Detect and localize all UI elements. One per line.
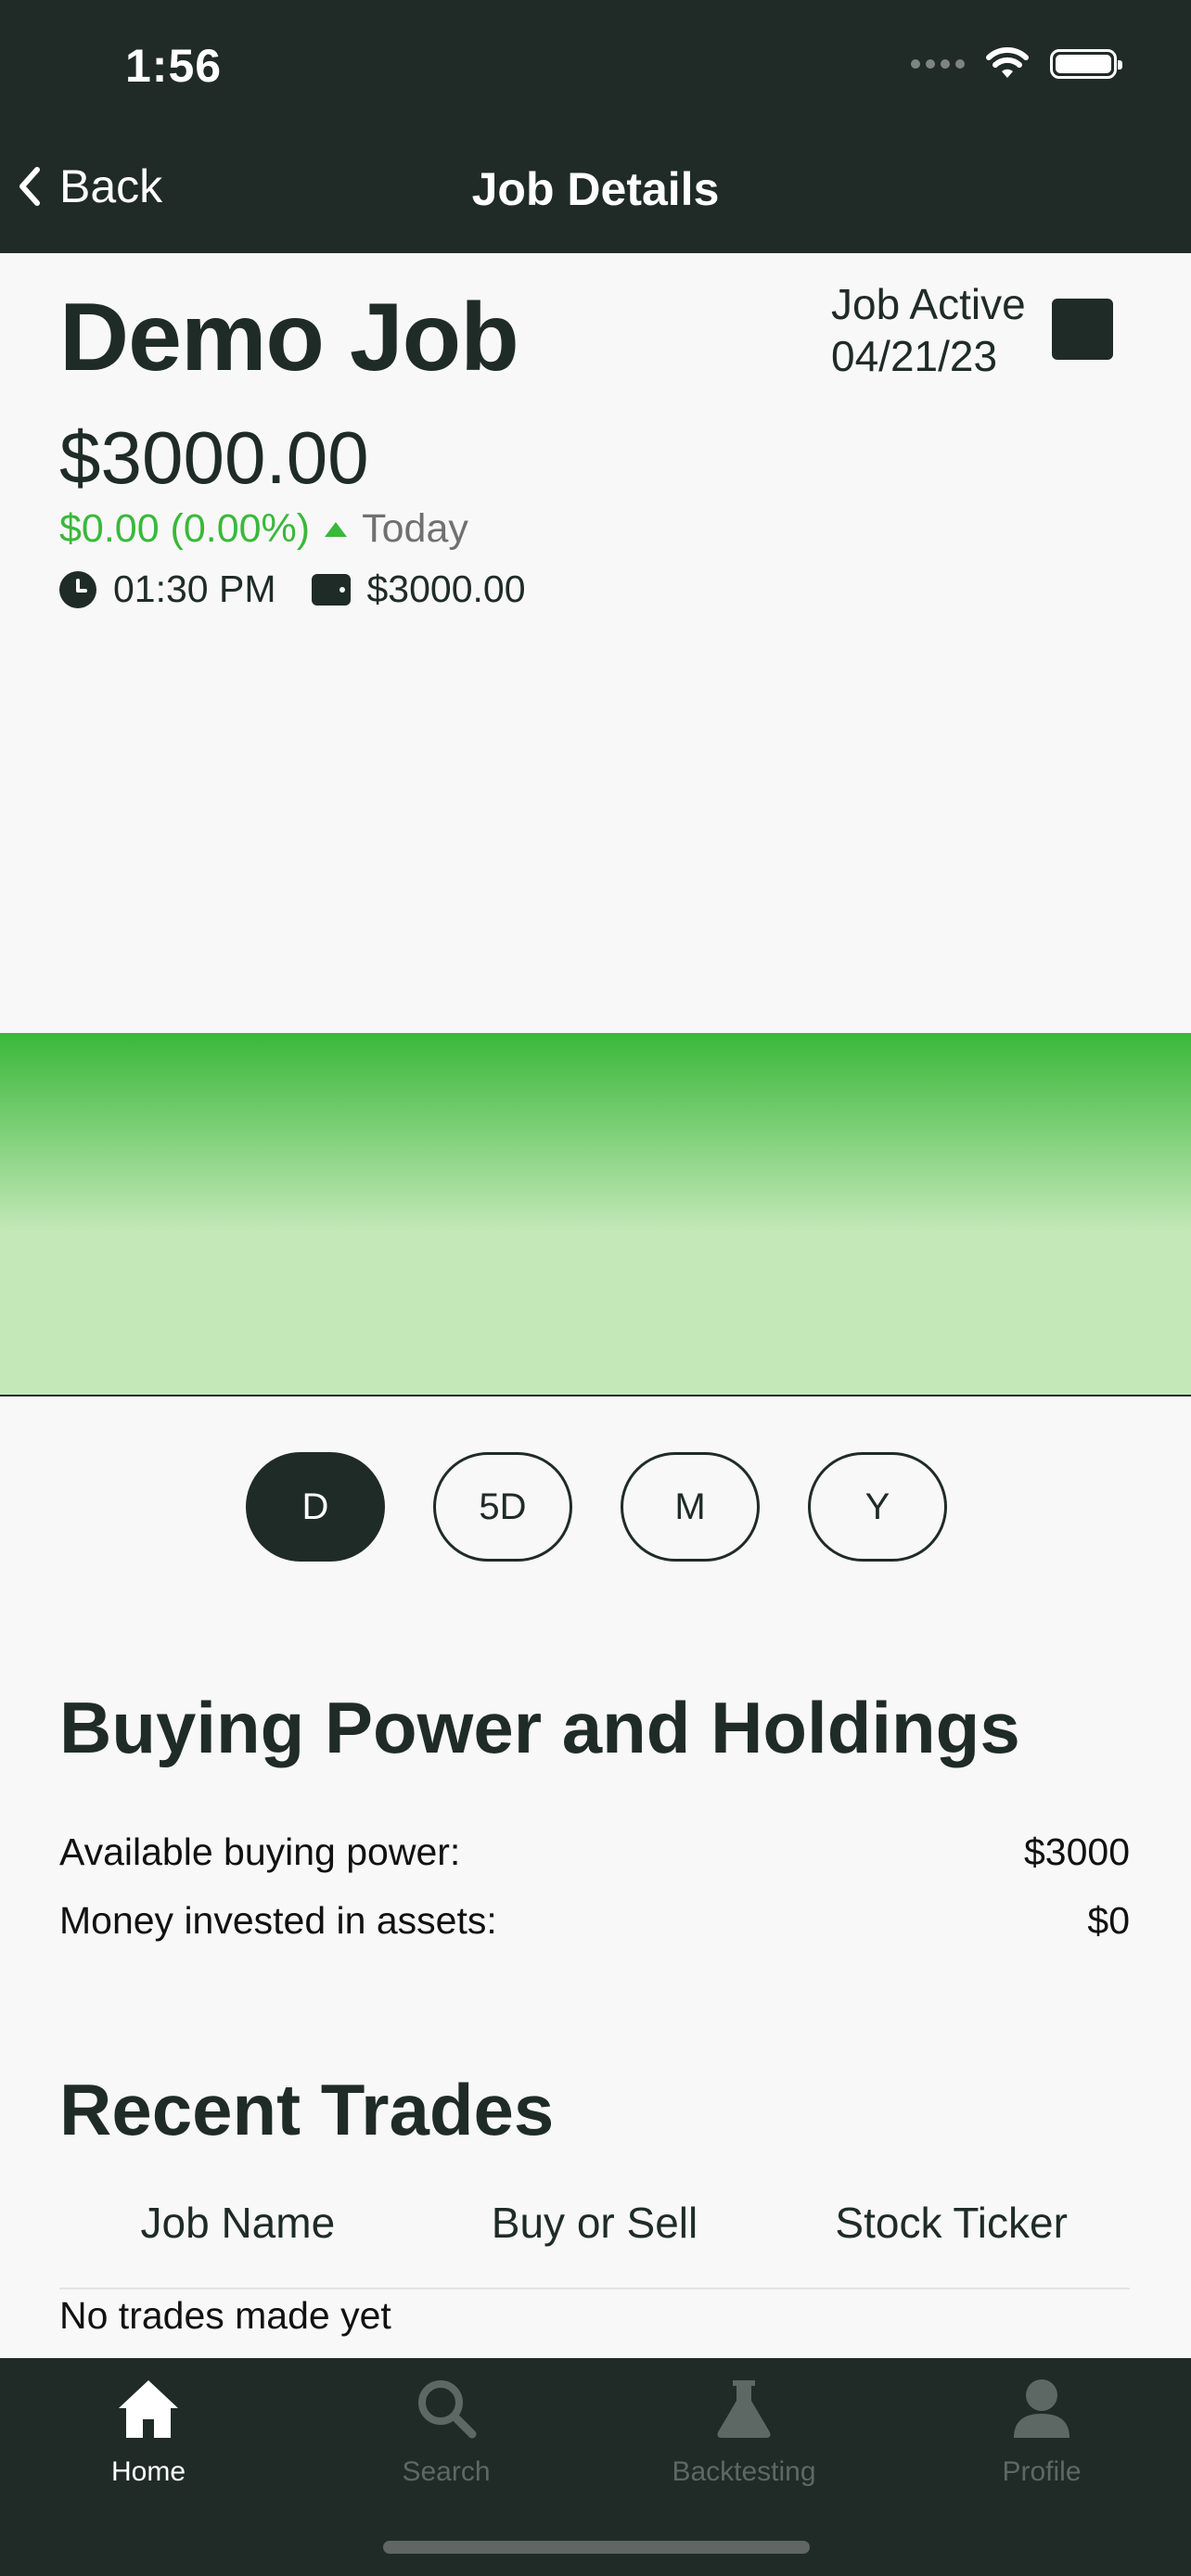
cellular-signal-icon: [911, 59, 965, 69]
job-status: Job Active 04/21/23: [831, 278, 1026, 382]
tab-profile[interactable]: Profile: [949, 2377, 1134, 2488]
person-icon: [1014, 2379, 1069, 2438]
range-button-5d[interactable]: 5D: [433, 1452, 572, 1562]
performance-chart[interactable]: [0, 1031, 1191, 1396]
arrow-up-icon: [325, 521, 348, 537]
job-status-label: Job Active: [831, 280, 1026, 328]
buying-power-value: $3000: [1023, 1830, 1130, 1873]
range-button-d[interactable]: D: [246, 1452, 385, 1562]
job-cash: $3000.00: [366, 567, 526, 610]
tab-search-label: Search: [402, 2456, 491, 2487]
status-icons: [911, 46, 1122, 82]
battery-icon: [1050, 49, 1122, 79]
status-time: 1:56: [125, 40, 223, 92]
clock-icon: [59, 570, 96, 608]
tab-backtesting[interactable]: Backtesting: [651, 2377, 837, 2488]
page-title: Job Details: [471, 163, 720, 215]
buying-power-label: Available buying power:: [59, 1830, 461, 1873]
column-header-buy-or-sell: Buy or Sell: [491, 2199, 698, 2247]
column-header-stock-ticker: Stock Ticker: [835, 2199, 1068, 2247]
trades-table-header: Job Name Buy or Sell Stock Ticker: [59, 2198, 1130, 2248]
job-time: 01:30 PM: [113, 567, 276, 610]
job-name: Demo Job: [59, 284, 519, 391]
empty-trades-message: No trades made yet: [59, 2294, 391, 2337]
job-value: $3000.00: [59, 416, 369, 499]
tab-home[interactable]: Home: [56, 2377, 241, 2488]
change-value: $0.00 (0.00%): [59, 506, 311, 551]
range-button-m[interactable]: M: [621, 1452, 760, 1562]
home-indicator: [383, 2541, 810, 2554]
range-button-y[interactable]: Y: [808, 1452, 947, 1562]
recent-trades-title: Recent Trades: [59, 2069, 555, 2150]
invested-row: Money invested in assets: $0: [59, 1899, 1130, 1943]
chart-area: [0, 1033, 1191, 1396]
change-period: Today: [362, 506, 468, 551]
job-start-date: 04/21/23: [831, 332, 998, 380]
wifi-icon: [986, 47, 1029, 78]
tab-search[interactable]: Search: [353, 2377, 539, 2488]
invested-value: $0: [1087, 1899, 1130, 1942]
holdings-title: Buying Power and Holdings: [59, 1687, 1020, 1768]
home-icon: [119, 2380, 178, 2438]
invested-label: Money invested in assets:: [59, 1899, 497, 1942]
search-icon: [418, 2380, 477, 2439]
change-row: $0.00 (0.00%) Today: [59, 506, 468, 552]
divider: [59, 2288, 1130, 2289]
tab-home-label: Home: [110, 2456, 186, 2487]
job-meta-row: 01:30 PM $3000.00: [59, 567, 526, 611]
tab-profile-label: Profile: [1002, 2456, 1082, 2487]
range-selector: D 5D M Y: [246, 1452, 947, 1562]
wallet-icon: [311, 573, 351, 606]
tab-backtesting-label: Backtesting: [672, 2456, 816, 2487]
flask-icon: [717, 2380, 771, 2438]
buying-power-row: Available buying power: $3000: [59, 1830, 1130, 1874]
column-header-job-name: Job Name: [140, 2199, 336, 2247]
stop-job-button[interactable]: [1052, 299, 1113, 360]
